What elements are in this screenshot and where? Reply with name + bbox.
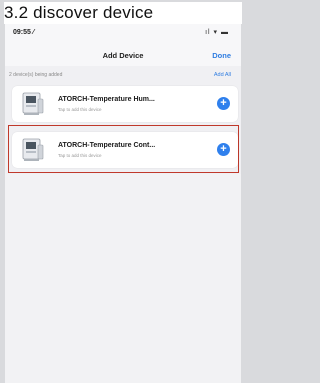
add-device-button[interactable]: + — [217, 143, 230, 156]
add-device-button[interactable]: + — [217, 97, 230, 110]
devices-subheader: 2 device(s) being added Add All — [5, 68, 241, 82]
device-name: ATORCH-Temperature Cont... — [58, 142, 156, 149]
device-hint: Tap to add this device — [58, 107, 102, 112]
thermometer-device-icon — [22, 92, 44, 115]
done-button[interactable]: Done — [212, 51, 231, 60]
empty-area — [5, 174, 241, 383]
page-title: Add Device — [102, 51, 144, 60]
plus-icon: + — [220, 143, 227, 155]
add-all-button[interactable]: Add All — [214, 72, 231, 78]
phone-screen: 09:55 ⁄ ıl ▾ ▬ Add Device Done 2 device(… — [5, 24, 241, 383]
device-name: ATORCH-Temperature Hum... — [58, 96, 155, 103]
status-bar: 09:55 ⁄ ıl ▾ ▬ — [5, 24, 241, 44]
device-hint: Tap to add this device — [58, 153, 102, 158]
plus-icon: + — [220, 97, 227, 109]
device-count-label: 2 device(s) being added — [9, 72, 63, 78]
device-item[interactable]: ATORCH-Temperature Cont... Tap to add th… — [12, 132, 238, 168]
tutorial-caption: 3.2 discover device — [4, 2, 242, 24]
device-item[interactable]: ATORCH-Temperature Hum... Tap to add thi… — [12, 86, 238, 122]
nav-bar: Add Device Done — [5, 44, 241, 66]
status-time: 09:55 ⁄ — [13, 29, 35, 36]
thermostat-device-icon — [22, 138, 44, 161]
status-icons: ıl ▾ ▬ — [205, 29, 229, 36]
